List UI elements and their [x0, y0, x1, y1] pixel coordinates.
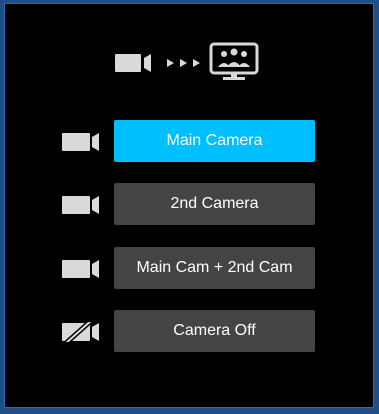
video-camera-icon	[62, 196, 99, 214]
option-main-and-2nd-camera[interactable]: Main Cam + 2nd Cam	[57, 247, 315, 289]
video-camera-icon	[62, 133, 99, 151]
main-and-2nd-camera-button[interactable]: Main Cam + 2nd Cam	[114, 247, 315, 289]
2nd-camera-button[interactable]: 2nd Camera	[114, 183, 315, 225]
triple-arrow-icon	[167, 59, 200, 67]
camera-off-button[interactable]: Camera Off	[114, 310, 315, 352]
main-camera-button[interactable]: Main Camera	[114, 120, 315, 162]
option-2nd-camera[interactable]: 2nd Camera	[57, 183, 315, 225]
video-camera-icon	[62, 260, 99, 278]
video-camera-off-icon	[62, 322, 99, 342]
option-camera-off[interactable]: Camera Off	[57, 310, 315, 352]
camera-to-display-graphic	[115, 42, 259, 80]
camera-source-panel: Main Camera 2nd Camera Main Cam + 2nd Ca…	[4, 3, 374, 408]
option-main-camera[interactable]: Main Camera	[57, 120, 315, 162]
meeting-display-icon	[209, 42, 259, 80]
video-camera-icon	[115, 54, 151, 72]
